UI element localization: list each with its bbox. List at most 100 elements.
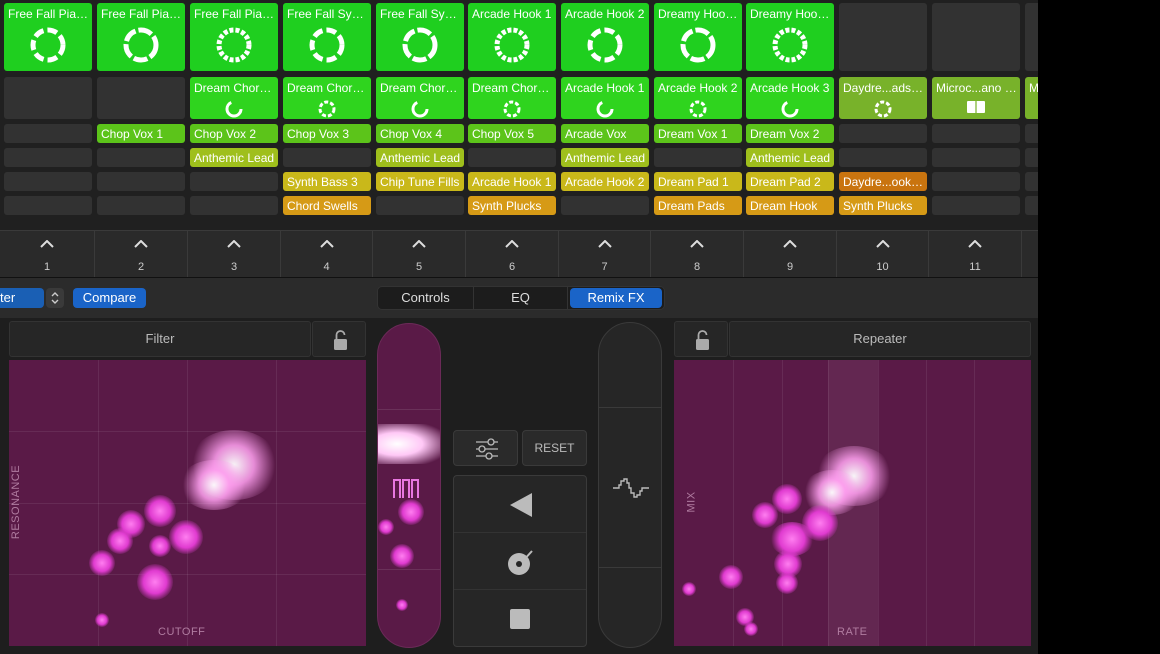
- empty-clip-slot[interactable]: [932, 172, 1020, 191]
- track-stop-button[interactable]: 3: [188, 231, 281, 277]
- left-lock-button[interactable]: [312, 321, 366, 357]
- clip-cell[interactable]: Arcade Hook 1: [468, 172, 556, 191]
- preset-stepper[interactable]: [46, 288, 64, 308]
- clip-cell[interactable]: Chord Swells: [283, 196, 371, 215]
- clip-cell[interactable]: Free Fall Synth: [283, 3, 371, 71]
- empty-clip-slot[interactable]: [839, 148, 927, 167]
- empty-clip-slot[interactable]: [932, 196, 1020, 215]
- clip-cell[interactable]: Dream Chord 4: [468, 77, 556, 119]
- empty-clip-slot[interactable]: [4, 124, 92, 143]
- right-lock-button[interactable]: [674, 321, 728, 357]
- clip-cell[interactable]: Arcade Hook 2: [561, 172, 649, 191]
- track-stop-button[interactable]: 4: [281, 231, 373, 277]
- clip-cell[interactable]: Anthemic Lead: [746, 148, 834, 167]
- empty-clip-slot[interactable]: [932, 3, 1020, 71]
- empty-clip-slot[interactable]: [97, 172, 185, 191]
- clip-cell[interactable]: Free Fall Synth: [376, 3, 464, 71]
- track-stop-button[interactable]: 1: [0, 231, 95, 277]
- track-stop-button[interactable]: 5: [373, 231, 466, 277]
- clip-cell[interactable]: Arcade Hook 1: [468, 3, 556, 71]
- clip-cell[interactable]: Dreamy Hook 2: [746, 3, 834, 71]
- compare-button[interactable]: Compare: [73, 288, 146, 308]
- clip-cell[interactable]: Dreamy Hook 1: [654, 3, 742, 71]
- clip-cell[interactable]: Dream Hook: [746, 196, 834, 215]
- track-stop-button[interactable]: 9: [744, 231, 837, 277]
- track-stop-button[interactable]: 11: [929, 231, 1022, 277]
- empty-clip-slot[interactable]: [1025, 3, 1038, 71]
- empty-clip-slot[interactable]: [1025, 148, 1038, 167]
- empty-clip-slot[interactable]: [4, 196, 92, 215]
- left-effect-selector[interactable]: Filter: [9, 321, 311, 357]
- clip-cell[interactable]: Arcade Vox: [561, 124, 649, 143]
- empty-clip-slot[interactable]: [561, 196, 649, 215]
- clip-cell[interactable]: Dream Pads: [654, 196, 742, 215]
- tab-eq[interactable]: EQ: [473, 287, 568, 309]
- track-stop-button[interactable]: 7: [559, 231, 651, 277]
- empty-clip-slot[interactable]: [4, 148, 92, 167]
- settings-button[interactable]: [453, 430, 518, 466]
- empty-clip-slot[interactable]: [1025, 196, 1038, 215]
- clip-cell[interactable]: Arcade Hook 2: [654, 77, 742, 119]
- clip-cell[interactable]: Chop Vox 1: [97, 124, 185, 143]
- empty-clip-slot[interactable]: [932, 124, 1020, 143]
- empty-clip-slot[interactable]: [839, 3, 927, 71]
- clip-cell[interactable]: Free Fall Piano: [190, 3, 278, 71]
- clip-cell[interactable]: M: [1025, 77, 1038, 119]
- clip-cell[interactable]: Dream Pad 2: [746, 172, 834, 191]
- right-effect-selector[interactable]: Repeater: [729, 321, 1031, 357]
- reverse-icon[interactable]: [504, 490, 536, 520]
- clip-cell[interactable]: Free Fall Piano: [97, 3, 185, 71]
- reset-button[interactable]: RESET: [522, 430, 587, 466]
- clip-cell[interactable]: Daydre...ads 01: [839, 77, 927, 119]
- clip-cell[interactable]: Dream Chord 3: [376, 77, 464, 119]
- clip-cell[interactable]: Dream Chord 2: [283, 77, 371, 119]
- empty-clip-slot[interactable]: [654, 148, 742, 167]
- clip-cell[interactable]: Anthemic Lead: [561, 148, 649, 167]
- clip-cell[interactable]: Chip Tune Fills: [376, 172, 464, 191]
- clip-cell[interactable]: Chop Vox 2: [190, 124, 278, 143]
- track-stop-button[interactable]: 8: [651, 231, 744, 277]
- track-stop-button[interactable]: 2: [95, 231, 188, 277]
- empty-clip-slot[interactable]: [190, 196, 278, 215]
- clip-cell[interactable]: Dream Vox 1: [654, 124, 742, 143]
- clip-cell[interactable]: Arcade Hook 3: [746, 77, 834, 119]
- empty-clip-slot[interactable]: [376, 196, 464, 215]
- empty-clip-slot[interactable]: [932, 148, 1020, 167]
- filter-xy-pad[interactable]: CUTOFF RESONANCE: [9, 360, 366, 646]
- track-stop-button[interactable]: 10: [837, 231, 929, 277]
- clip-cell[interactable]: Chop Vox 3: [283, 124, 371, 143]
- repeater-xy-pad[interactable]: RATE MIX: [674, 360, 1031, 646]
- stop-icon[interactable]: [504, 604, 536, 634]
- empty-clip-slot[interactable]: [190, 172, 278, 191]
- clip-cell[interactable]: Chop Vox 4: [376, 124, 464, 143]
- clip-cell[interactable]: Free Fall Piano: [4, 3, 92, 71]
- empty-clip-slot[interactable]: [839, 124, 927, 143]
- empty-clip-slot[interactable]: [4, 77, 92, 119]
- clip-cell[interactable]: Synth Plucks: [839, 196, 927, 215]
- clip-cell[interactable]: Synth Bass 3: [283, 172, 371, 191]
- track-stop-button[interactable]: 6: [466, 231, 559, 277]
- clip-cell[interactable]: Dream Chord 1: [190, 77, 278, 119]
- clip-cell[interactable]: Synth Plucks: [468, 196, 556, 215]
- clip-cell[interactable]: Chop Vox 5: [468, 124, 556, 143]
- clip-cell[interactable]: Dream Pad 1: [654, 172, 742, 191]
- empty-clip-slot[interactable]: [97, 148, 185, 167]
- preset-menu[interactable]: ter: [0, 288, 44, 308]
- clip-cell[interactable]: Anthemic Lead: [190, 148, 278, 167]
- empty-clip-slot[interactable]: [283, 148, 371, 167]
- clip-cell[interactable]: Microc...ano 03: [932, 77, 1020, 119]
- clip-cell[interactable]: Dream Vox 2: [746, 124, 834, 143]
- empty-clip-slot[interactable]: [97, 77, 185, 119]
- empty-clip-slot[interactable]: [4, 172, 92, 191]
- tab-controls[interactable]: Controls: [378, 287, 473, 309]
- gater-slider[interactable]: [377, 323, 441, 648]
- clip-cell[interactable]: Arcade Hook 2: [561, 3, 649, 71]
- empty-clip-slot[interactable]: [1025, 172, 1038, 191]
- empty-clip-slot[interactable]: [468, 148, 556, 167]
- tab-remix-fx[interactable]: Remix FX: [570, 288, 662, 308]
- downsampler-slider[interactable]: [598, 322, 662, 648]
- empty-clip-slot[interactable]: [1025, 124, 1038, 143]
- clip-cell[interactable]: Anthemic Lead: [376, 148, 464, 167]
- clip-cell[interactable]: Daydre...ook 01: [839, 172, 927, 191]
- clip-cell[interactable]: Arcade Hook 1: [561, 77, 649, 119]
